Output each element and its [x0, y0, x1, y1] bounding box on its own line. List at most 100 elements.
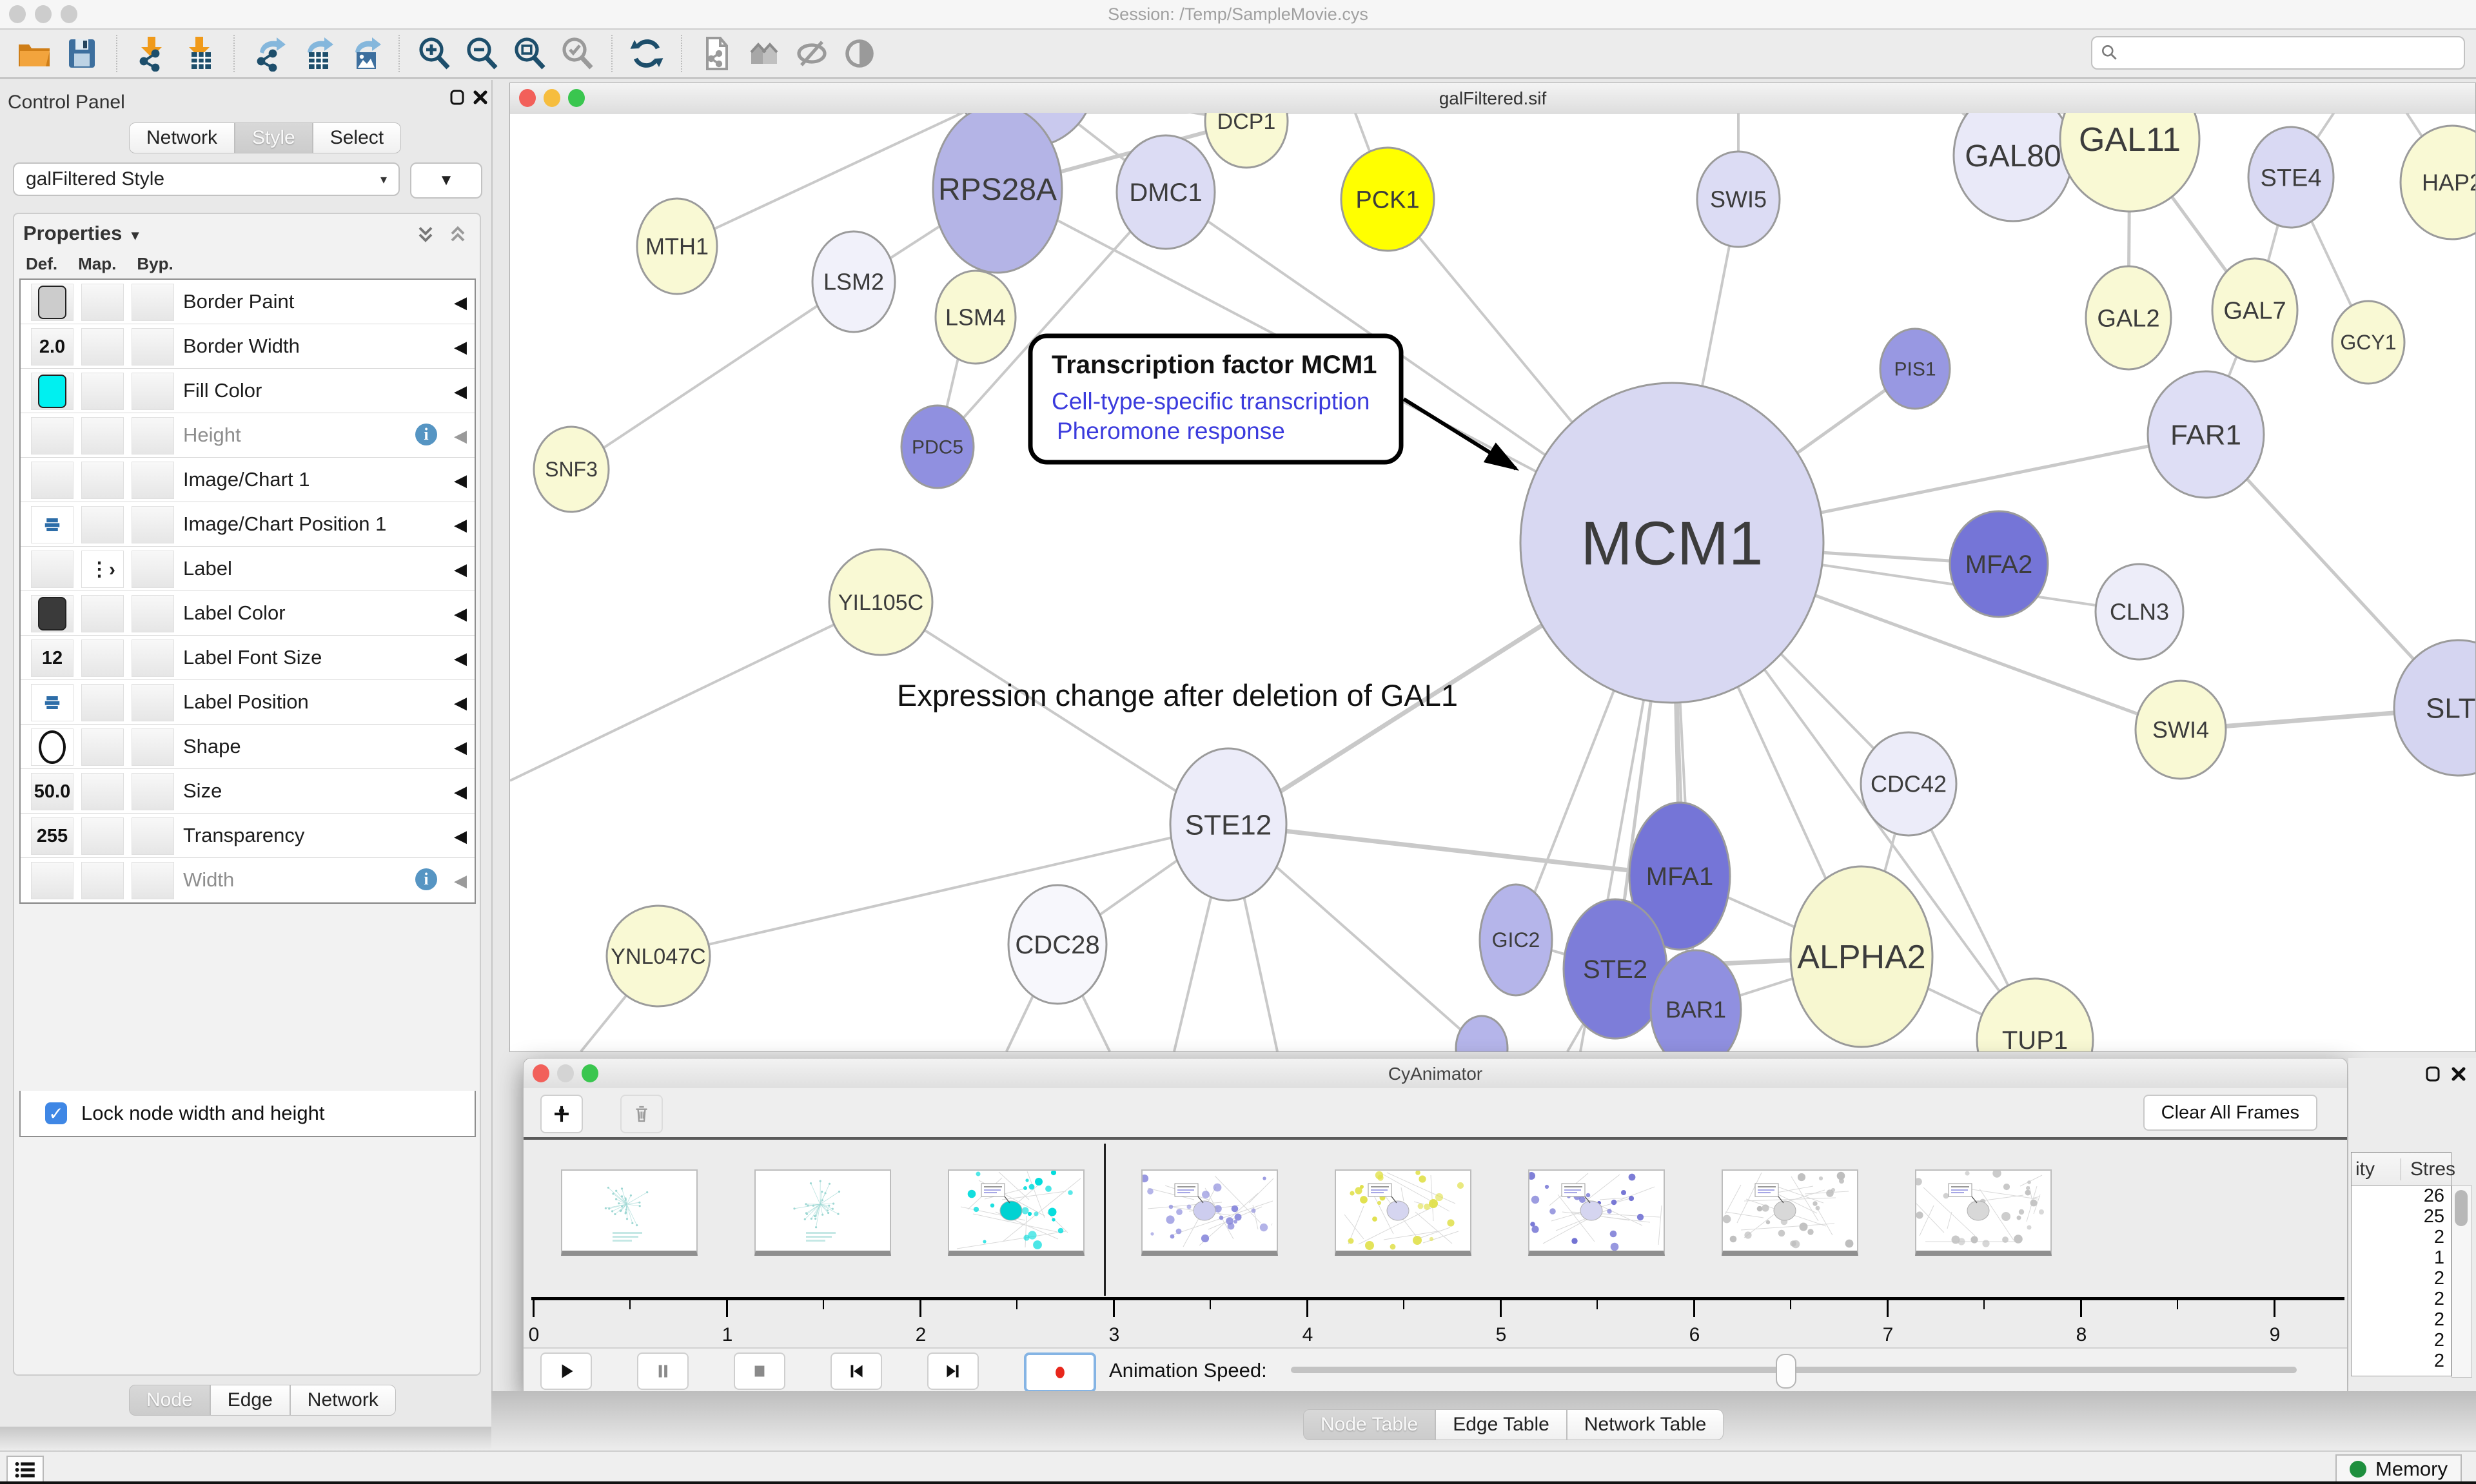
tab-style[interactable]: Style: [235, 122, 313, 153]
table-row[interactable]: 2: [2352, 1330, 2451, 1351]
frame-6[interactable]: [1528, 1169, 1665, 1256]
frame-1[interactable]: [561, 1169, 698, 1256]
property-row-border-width[interactable]: 2.0Border Width◀: [21, 324, 475, 369]
export-network-icon[interactable]: [249, 34, 289, 73]
table-row[interactable]: 2: [2352, 1289, 2451, 1309]
table-scrollbar[interactable]: [2451, 1186, 2472, 1378]
bypass-cell[interactable]: [132, 284, 174, 321]
bypass-cell[interactable]: [132, 506, 174, 543]
add-frame-button[interactable]: [540, 1095, 583, 1133]
slider-thumb[interactable]: [1776, 1354, 1796, 1389]
mapping-cell[interactable]: [81, 862, 124, 899]
default-value-cell[interactable]: [31, 284, 74, 321]
property-row-shape[interactable]: Shape◀: [21, 725, 475, 769]
expand-row-icon[interactable]: ◀: [454, 560, 467, 580]
chevron-down-icon[interactable]: ▾: [128, 227, 139, 243]
expand-row-icon[interactable]: ◀: [454, 515, 467, 535]
expand-row-icon[interactable]: ◀: [454, 382, 467, 402]
tab-edge[interactable]: Edge: [210, 1385, 290, 1416]
mapping-cell[interactable]: [81, 462, 124, 499]
delete-frame-button[interactable]: [620, 1095, 663, 1133]
collapse-all-icon[interactable]: [446, 223, 469, 246]
style-options-button[interactable]: ▼: [410, 162, 482, 199]
import-network-icon[interactable]: [132, 34, 172, 73]
frame-4[interactable]: [1141, 1169, 1278, 1256]
tab-node-table[interactable]: Node Table: [1303, 1409, 1435, 1440]
mapping-cell[interactable]: [81, 417, 124, 454]
expand-row-icon[interactable]: ◀: [454, 604, 467, 624]
bypass-cell[interactable]: [132, 417, 174, 454]
default-value-cell[interactable]: 50.0: [31, 773, 74, 810]
timeline-playhead[interactable]: [1104, 1144, 1106, 1296]
play-button[interactable]: [540, 1352, 592, 1390]
table-row[interactable]: 2: [2352, 1227, 2451, 1247]
property-row-image-chart-position-1[interactable]: Image/Chart Position 1◀: [21, 502, 475, 547]
network-edge[interactable]: [658, 825, 1228, 956]
mapping-cell[interactable]: [81, 328, 124, 366]
expand-row-icon[interactable]: ◀: [454, 826, 467, 846]
expand-row-icon[interactable]: ◀: [454, 337, 467, 357]
export-image-icon[interactable]: [344, 34, 384, 73]
expand-all-icon[interactable]: [414, 223, 437, 246]
expand-row-icon[interactable]: ◀: [454, 693, 467, 713]
expand-row-icon[interactable]: ◀: [454, 782, 467, 802]
info-icon[interactable]: i: [415, 424, 437, 445]
network-edge[interactable]: [510, 602, 881, 781]
tab-select[interactable]: Select: [313, 122, 401, 153]
memory-button[interactable]: Memory: [2335, 1454, 2462, 1484]
default-value-cell[interactable]: [31, 728, 74, 766]
frame-7[interactable]: [1722, 1169, 1858, 1256]
mapping-cell[interactable]: [81, 773, 124, 810]
default-value-cell[interactable]: [31, 862, 74, 899]
default-value-cell[interactable]: 12: [31, 639, 74, 677]
info-icon[interactable]: i: [415, 868, 437, 890]
property-row-label[interactable]: ⋮›Label◀: [21, 547, 475, 591]
mapping-cell[interactable]: [81, 639, 124, 677]
default-value-cell[interactable]: [31, 506, 74, 543]
property-row-transparency[interactable]: 255Transparency◀: [21, 814, 475, 858]
record-button[interactable]: [1024, 1352, 1096, 1392]
property-row-image-chart-1[interactable]: Image/Chart 1◀: [21, 458, 475, 502]
table-row[interactable]: 26: [2352, 1186, 2451, 1206]
close-panel-icon[interactable]: [2449, 1064, 2468, 1084]
column-header-centrality[interactable]: ity: [2355, 1158, 2375, 1180]
network-file-icon[interactable]: [696, 34, 736, 73]
network-node-unlabeled[interactable]: [1456, 1016, 1508, 1051]
default-value-cell[interactable]: [31, 417, 74, 454]
scrollbar-thumb[interactable]: [2455, 1190, 2468, 1226]
expand-row-icon[interactable]: ◀: [454, 871, 467, 891]
default-value-cell[interactable]: 255: [31, 817, 74, 855]
default-value-cell[interactable]: [31, 462, 74, 499]
zoom-fit-icon[interactable]: [509, 34, 549, 73]
default-value-cell[interactable]: [31, 373, 74, 410]
bypass-cell[interactable]: [132, 773, 174, 810]
zoom-in-icon[interactable]: [414, 34, 454, 73]
frame-3[interactable]: [948, 1169, 1085, 1256]
bypass-cell[interactable]: [132, 462, 174, 499]
clear-all-frames-button[interactable]: Clear All Frames: [2143, 1095, 2317, 1131]
mapping-cell[interactable]: [81, 684, 124, 721]
frame-5[interactable]: [1335, 1169, 1471, 1256]
show-details-icon[interactable]: [840, 34, 879, 73]
tab-edge-table[interactable]: Edge Table: [1435, 1409, 1567, 1440]
property-row-border-paint[interactable]: Border Paint◀: [21, 280, 475, 324]
expand-row-icon[interactable]: ◀: [454, 293, 467, 313]
table-row[interactable]: 2: [2352, 1351, 2451, 1371]
expand-row-icon[interactable]: ◀: [454, 426, 467, 446]
zoom-selected-icon[interactable]: [557, 34, 597, 73]
float-panel-icon[interactable]: [2423, 1064, 2442, 1084]
bypass-cell[interactable]: [132, 728, 174, 766]
property-row-label-font-size[interactable]: 12Label Font Size◀: [21, 636, 475, 680]
property-row-label-position[interactable]: Label Position◀: [21, 680, 475, 725]
default-value-cell[interactable]: [31, 551, 74, 588]
property-row-fill-color[interactable]: Fill Color◀: [21, 369, 475, 413]
expand-row-icon[interactable]: ◀: [454, 737, 467, 757]
network-edge[interactable]: [571, 282, 854, 469]
bypass-cell[interactable]: [132, 373, 174, 410]
bypass-cell[interactable]: [132, 639, 174, 677]
stop-button[interactable]: [734, 1352, 785, 1390]
property-row-width[interactable]: Widthi◀: [21, 858, 475, 903]
float-panel-icon[interactable]: [447, 88, 467, 107]
hide-details-icon[interactable]: [792, 34, 832, 73]
close-panel-icon[interactable]: [471, 88, 490, 107]
